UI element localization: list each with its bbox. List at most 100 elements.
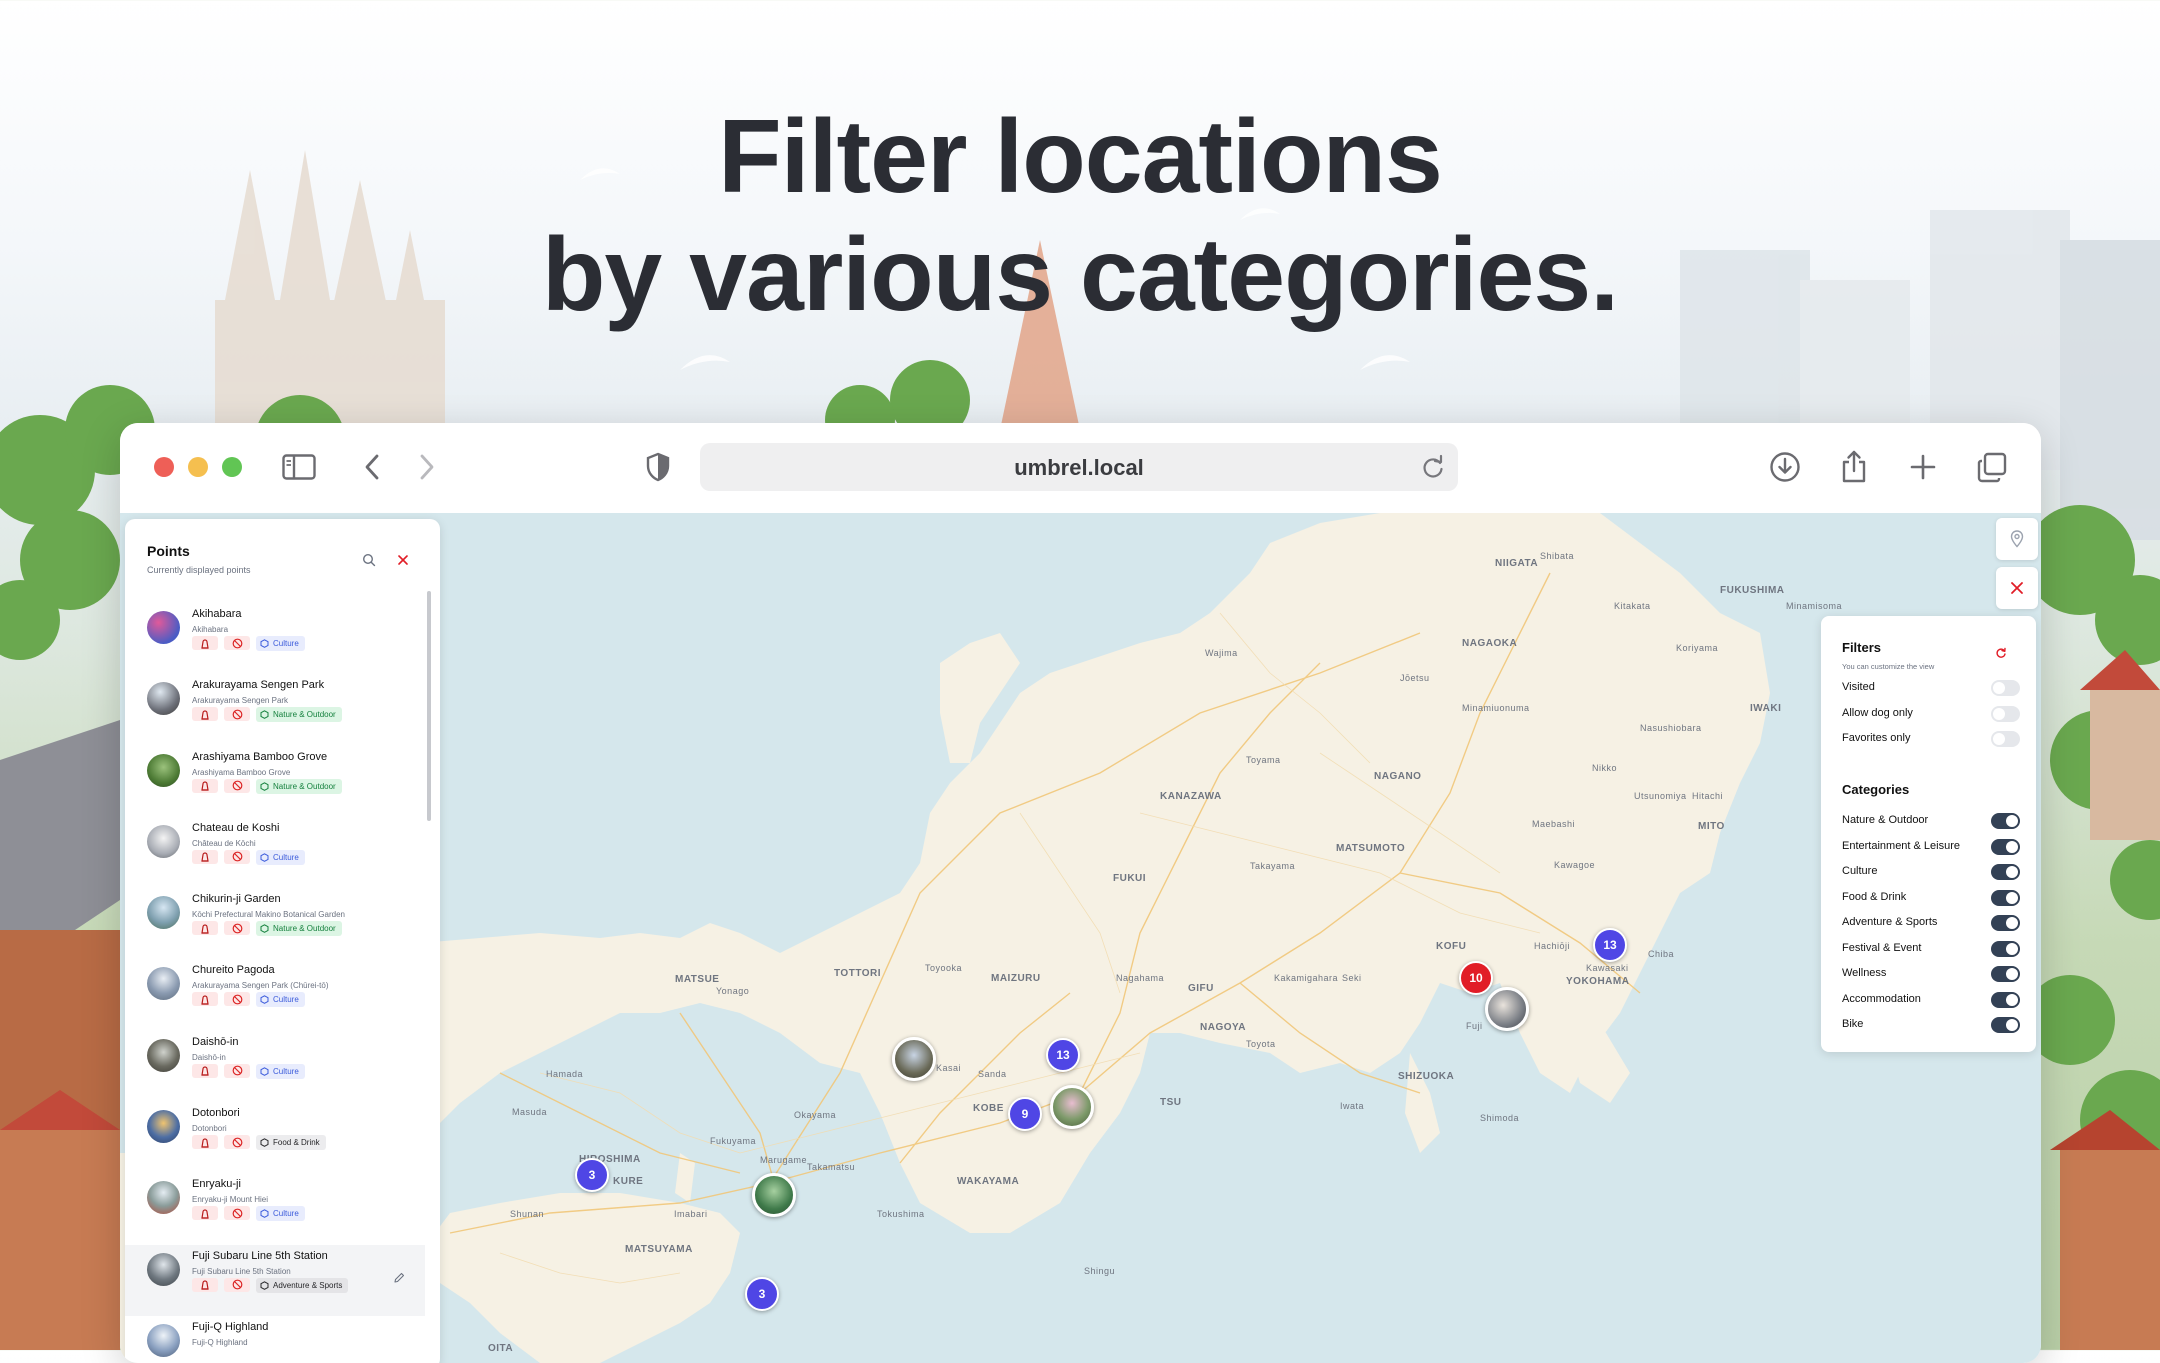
share-icon[interactable]	[1836, 449, 1872, 485]
map-label-imabari: Imabari	[674, 1209, 708, 1219]
list-item[interactable]: Dotonbori Dotonbori Food & Drink	[125, 1102, 425, 1173]
point-thumbnail	[147, 1252, 180, 1286]
map-label-nagaoka: NAGAOKA	[1462, 638, 1518, 649]
cube-icon	[260, 1138, 269, 1147]
map-cluster-marker[interactable]: 13	[1593, 928, 1627, 962]
map-cluster-marker[interactable]: 9	[1008, 1097, 1042, 1131]
accommodation-toggle[interactable]	[1991, 992, 2020, 1008]
list-item[interactable]: Arashiyama Bamboo Grove Arashiyama Bambo…	[125, 746, 425, 817]
map-cluster-marker[interactable]: 13	[1046, 1038, 1080, 1072]
map-photo-marker[interactable]	[1485, 987, 1529, 1031]
map-label-nikko: Nikko	[1592, 763, 1618, 773]
category-culture: Culture	[1842, 862, 2020, 882]
point-name: Akihabara	[192, 608, 242, 620]
food-drink-toggle[interactable]	[1991, 890, 2020, 906]
list-item[interactable]: Daishō-in Daishō-in Culture	[125, 1031, 425, 1102]
point-name: Arashiyama Bamboo Grove	[192, 750, 328, 763]
close-filters-button[interactable]	[1996, 567, 2038, 609]
close-icon[interactable]	[396, 553, 410, 572]
nature-outdoor-toggle[interactable]	[1991, 813, 2020, 829]
list-item[interactable]: Akihabara Akihabara Culture	[125, 603, 425, 674]
category-tag: Culture	[256, 1206, 305, 1222]
download-icon[interactable]	[1767, 449, 1803, 485]
forward-icon[interactable]	[409, 449, 445, 485]
visited-status-icon	[192, 1135, 218, 1150]
point-thumbnail	[147, 1110, 180, 1144]
cube-icon	[260, 1280, 269, 1290]
visited-status-icon	[192, 1206, 218, 1221]
festival-event-toggle[interactable]	[1991, 941, 2020, 957]
back-icon[interactable]	[354, 449, 390, 485]
close-icon	[2011, 582, 2023, 594]
map-cluster-marker[interactable]: 3	[575, 1158, 609, 1192]
edit-icon[interactable]	[393, 1271, 405, 1289]
category-wellness: Wellness	[1842, 964, 2020, 984]
category-accommodation: Accommodation	[1842, 990, 2020, 1010]
tab-overview-icon[interactable]	[1974, 449, 2010, 485]
visited-toggle[interactable]	[1991, 680, 2020, 696]
map-label-toyota: Toyota	[1246, 1039, 1276, 1049]
map-cluster-marker[interactable]: 3	[745, 1277, 779, 1311]
point-address: Arakurayama Sengen Park (Chūrei-tō)	[192, 981, 329, 991]
search-icon[interactable]	[362, 553, 376, 572]
list-item[interactable]: Enryaku-ji Enryaku-ji Mount Hiei Culture	[125, 1173, 425, 1244]
reload-icon[interactable]	[1420, 454, 1446, 480]
list-item[interactable]: Fuji Subaru Line 5th Station Fuji Subaru…	[125, 1244, 425, 1316]
point-name: Chikurin-ji Garden	[192, 893, 281, 906]
map-label-seki: Seki	[1342, 973, 1362, 983]
point-thumbnail	[147, 896, 180, 930]
map-label-hitachi: Hitachi	[1692, 791, 1724, 801]
map-label-iwaki: IWAKI	[1750, 703, 1782, 714]
map-label-nagahama: Nagahama	[1116, 973, 1165, 983]
list-item[interactable]: Chureito Pagoda Arakurayama Sengen Park …	[125, 959, 425, 1030]
no-dogs-icon	[224, 1135, 250, 1150]
map-label-kawasaki: Kawasaki	[1586, 963, 1629, 973]
locate-button[interactable]	[1996, 518, 2038, 560]
cube-icon	[260, 781, 269, 791]
map-label-hachioji: Hachiōji	[1534, 941, 1571, 951]
list-item[interactable]: Chikurin-ji Garden Kōchi Prefectural Mak…	[125, 888, 425, 959]
map-cluster-marker[interactable]: 10	[1459, 961, 1493, 995]
category-food-drink: Food & Drink	[1842, 888, 2020, 908]
point-thumbnail	[147, 753, 180, 787]
category-adventure-sports: Adventure & Sports	[1842, 913, 2020, 933]
new-tab-icon[interactable]	[1905, 449, 1941, 485]
browser-window: umbrel.local NIIGATA Shibata FUKUSHIMA K…	[120, 423, 2041, 1363]
bike-toggle[interactable]	[1991, 1017, 2020, 1033]
minimize-window-button[interactable]	[188, 457, 208, 477]
map-label-wakayama: WAKAYAMA	[957, 1176, 1020, 1187]
map-label-shimoda: Shimoda	[1480, 1113, 1520, 1123]
list-item[interactable]: Arakurayama Sengen Park Arakurayama Seng…	[125, 674, 425, 745]
zoom-window-button[interactable]	[222, 457, 242, 477]
map-photo-marker[interactable]	[752, 1173, 796, 1217]
point-thumbnail	[147, 1181, 180, 1215]
list-item[interactable]: Fuji-Q Highland Fuji-Q Highland	[125, 1316, 425, 1363]
category-tag: Culture	[256, 636, 305, 651]
wellness-toggle[interactable]	[1991, 966, 2020, 982]
allow-dog-only-toggle[interactable]	[1991, 706, 2020, 722]
point-thumbnail	[147, 611, 180, 644]
map-label-shunan: Shunan	[510, 1209, 545, 1219]
address-bar[interactable]: umbrel.local	[700, 443, 1458, 491]
privacy-shield-icon[interactable]	[640, 449, 676, 485]
culture-toggle[interactable]	[1991, 864, 2020, 880]
map-label-nagano: NAGANO	[1374, 771, 1422, 782]
category-bike: Bike	[1842, 1015, 2020, 1035]
points-list-scrollbar[interactable]	[427, 591, 431, 821]
map-label-minamisoma: Minamisoma	[1786, 601, 1843, 611]
map-photo-marker[interactable]	[892, 1037, 936, 1081]
map-label-shibata: Shibata	[1540, 551, 1575, 561]
category-tag: Culture	[256, 849, 305, 865]
map-label-iwata: Iwata	[1340, 1101, 1365, 1111]
reset-filters-icon[interactable]	[1995, 646, 2007, 664]
sidebar-toggle-icon[interactable]	[281, 449, 317, 485]
close-window-button[interactable]	[154, 457, 174, 477]
adventure-sports-toggle[interactable]	[1991, 915, 2020, 931]
list-item[interactable]: Chateau de Koshi Château de Kōchi Cultur…	[125, 817, 425, 888]
entertainment-leisure-toggle[interactable]	[1991, 839, 2020, 855]
map-label-fukuyama: Fukuyama	[710, 1136, 757, 1146]
map-photo-marker[interactable]	[1050, 1085, 1094, 1129]
no-dogs-icon	[224, 707, 250, 722]
favorites-only-toggle[interactable]	[1991, 731, 2020, 747]
map-label-kofu: KOFU	[1436, 941, 1467, 952]
